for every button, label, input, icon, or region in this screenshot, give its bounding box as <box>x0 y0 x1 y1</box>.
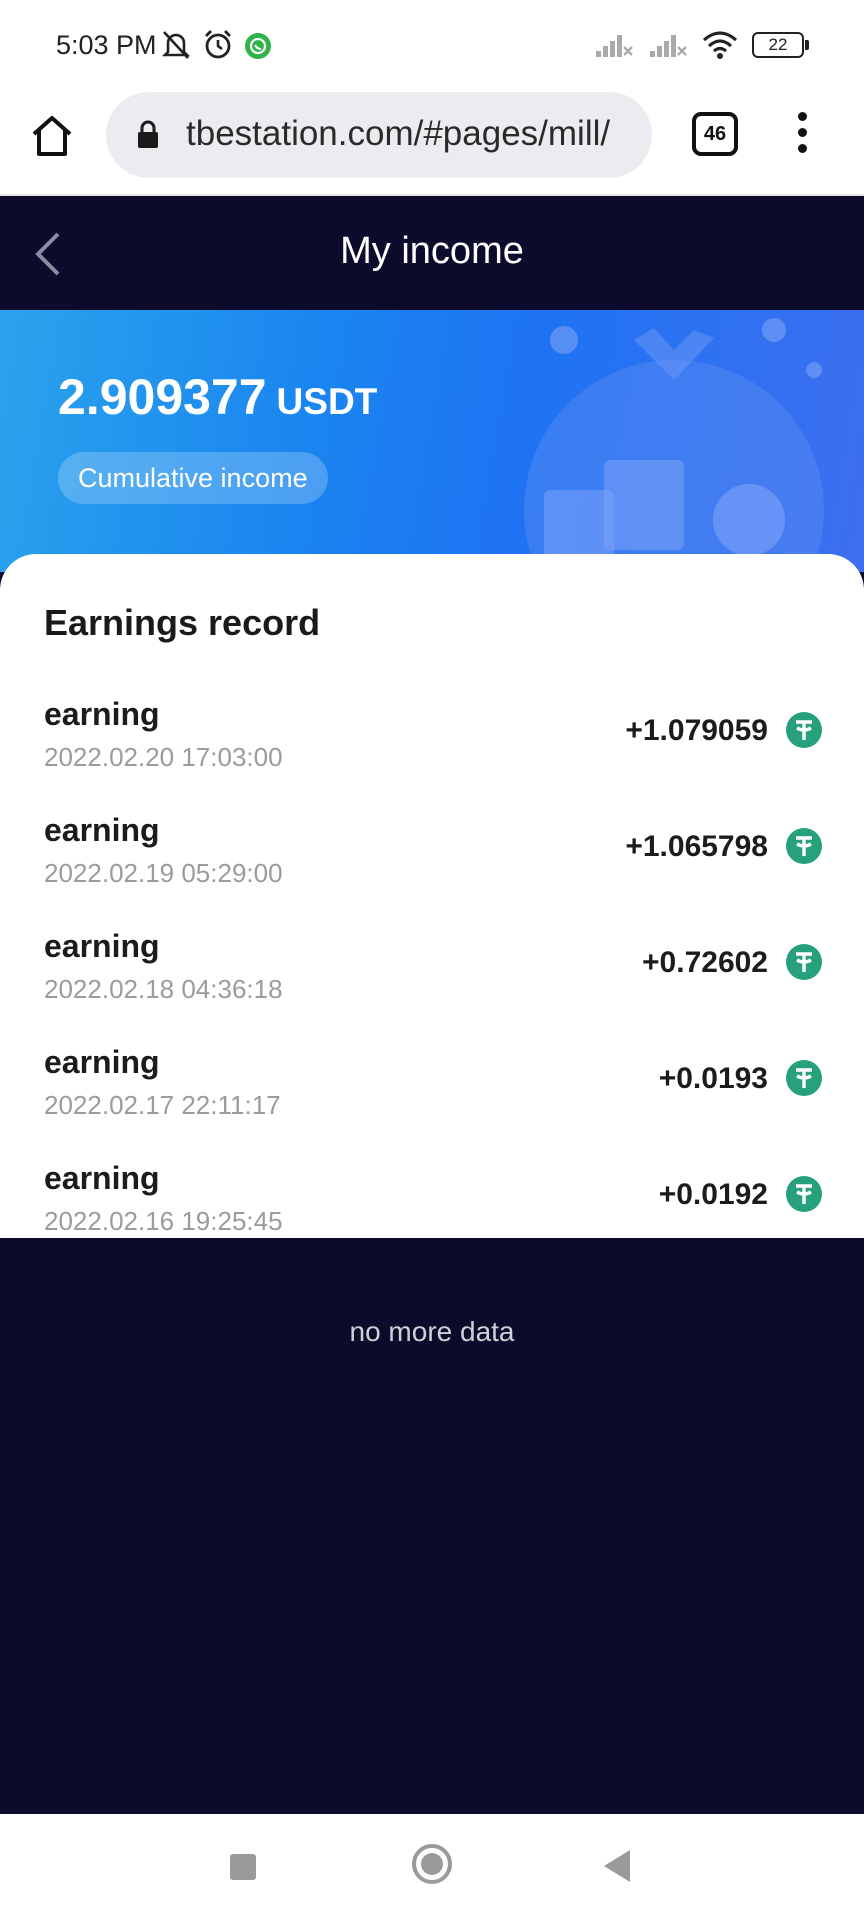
balance-amount: 2.909377 <box>58 369 267 425</box>
back-button[interactable] <box>604 1850 630 1882</box>
earning-record: earning 2022.02.17 22:11:17 +0.0193 <box>0 1044 864 1160</box>
tether-icon <box>786 944 822 980</box>
signal-icon <box>596 35 633 57</box>
record-label: earning <box>44 1044 160 1080</box>
record-label: earning <box>44 812 160 848</box>
alarm-icon <box>205 30 231 59</box>
lock-icon <box>138 120 158 148</box>
record-label: earning <box>44 928 160 964</box>
system-nav-bar <box>0 1814 864 1920</box>
tether-icon <box>786 712 822 748</box>
recents-button[interactable] <box>230 1854 256 1880</box>
url-text: tbestation.com/#pages/mill/ <box>186 114 611 153</box>
no-more-data-text: no more data <box>349 1316 515 1347</box>
record-date: 2022.02.16 19:25:45 <box>44 1206 283 1236</box>
whatsapp-icon <box>245 33 271 59</box>
earnings-card: Earnings record earning 2022.02.20 17:03… <box>0 554 864 1238</box>
mute-icon <box>161 31 191 59</box>
wifi-icon <box>702 31 738 59</box>
status-time: 5:03 PM <box>56 30 157 60</box>
record-amount: +0.72602 <box>642 946 768 979</box>
address-bar[interactable]: tbestation.com/#pages/mill/ <box>106 92 652 178</box>
record-date: 2022.02.18 04:36:18 <box>44 974 283 1004</box>
cumulative-balance: 2.909377 USDT <box>58 368 377 426</box>
overflow-menu-icon[interactable] <box>790 108 814 164</box>
tether-icon <box>786 1060 822 1096</box>
record-date: 2022.02.19 05:29:00 <box>44 858 283 888</box>
cumulative-income-badge: Cumulative income <box>58 452 328 504</box>
balance-unit: USDT <box>276 381 378 422</box>
record-date: 2022.02.20 17:03:00 <box>44 742 283 772</box>
record-amount: +1.065798 <box>625 830 768 863</box>
page-title: My income <box>340 230 524 272</box>
record-date: 2022.02.17 22:11:17 <box>44 1090 281 1120</box>
earning-record: earning 2022.02.19 05:29:00 +1.065798 <box>0 812 864 928</box>
tether-icon <box>786 828 822 864</box>
status-bar: 5:03 PM 22 <box>0 0 864 92</box>
tether-icon <box>786 1176 822 1212</box>
signal-icon <box>650 35 687 57</box>
browser-toolbar: tbestation.com/#pages/mill/ 46 <box>0 92 864 196</box>
income-banner: 2.909377 USDT Cumulative income <box>0 310 864 572</box>
record-label: earning <box>44 696 160 732</box>
battery-icon: 22 <box>752 32 809 58</box>
earning-record: earning 2022.02.18 04:36:18 +0.72602 <box>0 928 864 1044</box>
record-amount: +0.0192 <box>658 1178 768 1211</box>
battery-level: 22 <box>768 35 788 54</box>
tab-switcher-button[interactable]: 46 <box>692 112 738 156</box>
money-bag-illustration <box>524 318 824 572</box>
record-label: earning <box>44 1160 160 1196</box>
record-amount: +1.079059 <box>625 714 768 747</box>
record-amount: +0.0193 <box>658 1062 768 1095</box>
earning-record: earning 2022.02.20 17:03:00 +1.079059 <box>0 696 864 812</box>
earnings-title: Earnings record <box>44 602 321 643</box>
app-header: My income <box>0 198 864 310</box>
earning-record: earning 2022.02.16 19:25:45 +0.0192 <box>0 1160 864 1276</box>
home-icon[interactable] <box>28 112 76 160</box>
home-button[interactable] <box>412 1844 452 1884</box>
